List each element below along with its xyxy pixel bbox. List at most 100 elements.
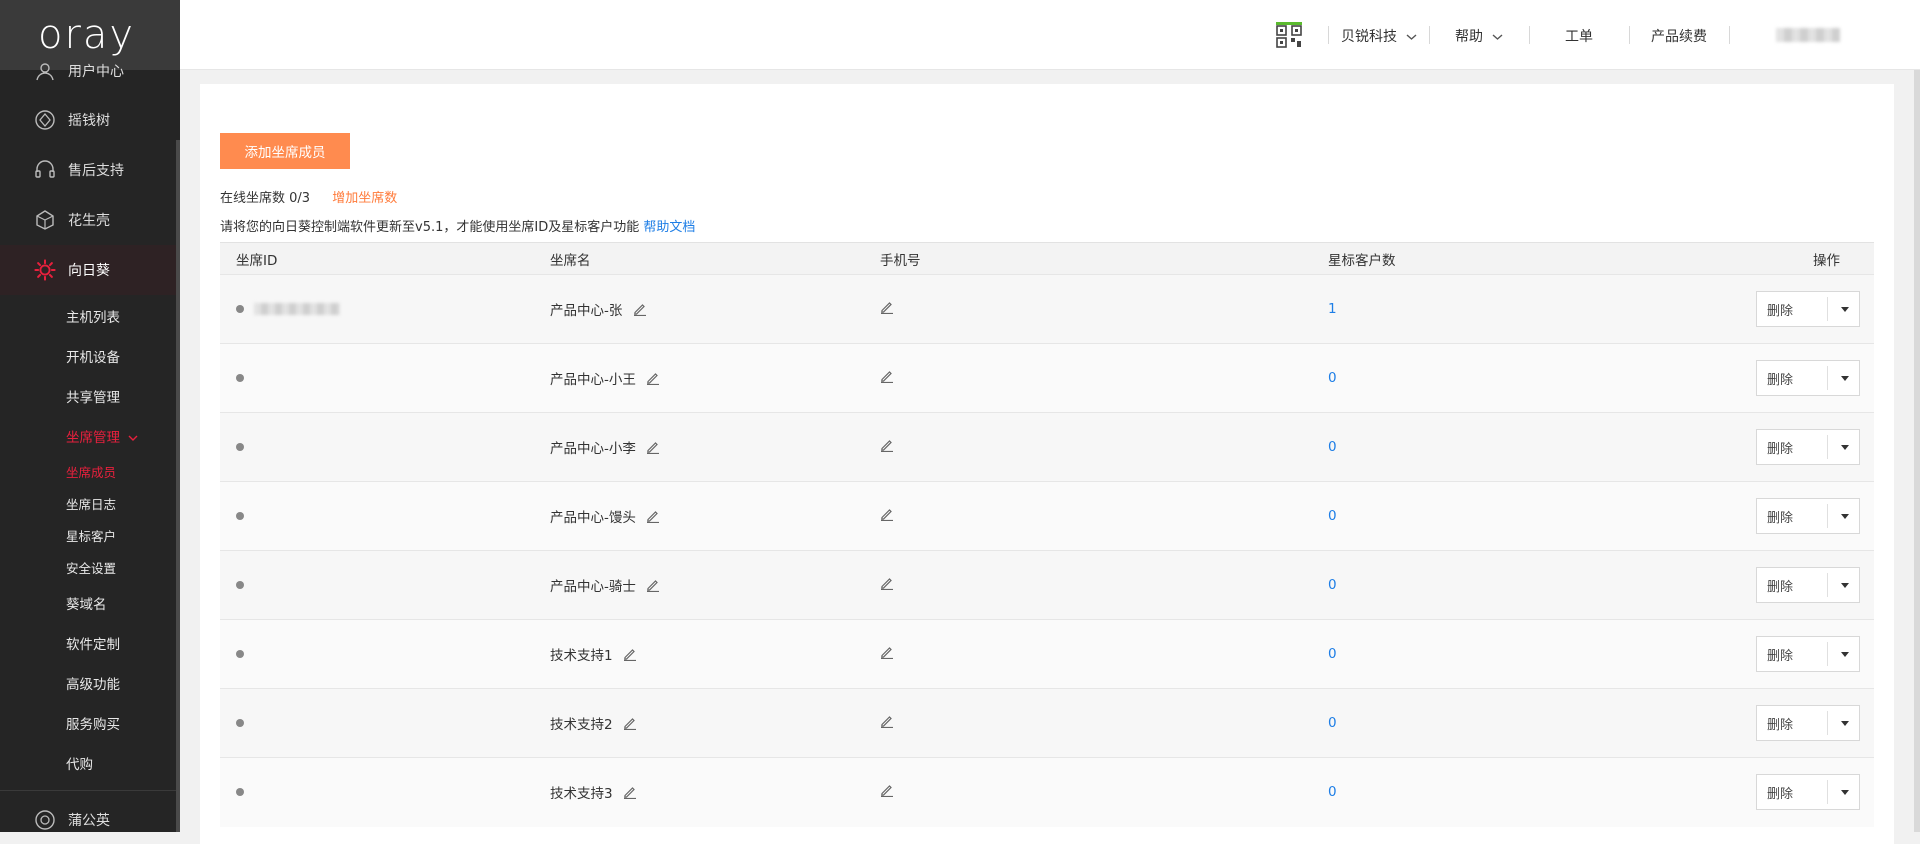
sidebar: oray 用户中心 摇钱树 售后支持 花生壳 向日葵 主机列表 开机设备 共享管… [0,0,180,832]
edit-phone-icon[interactable] [880,369,894,387]
caret-down-icon [1841,514,1849,519]
headset-icon [34,159,56,181]
company-menu[interactable]: 贝锐科技 [1341,26,1417,46]
table-row: 产品中心-张 1 删除 [220,274,1874,344]
nav-security-settings[interactable]: 安全设置 [66,558,116,577]
phone-cell [880,413,1328,482]
starred-count-link[interactable]: 1 [1328,301,1337,317]
edit-phone-icon[interactable] [880,300,894,318]
main-scrollbar[interactable] [1914,70,1920,832]
starred-count-link[interactable]: 0 [1328,784,1337,800]
action-dropdown[interactable]: 删除 [1756,636,1860,672]
edit-name-icon[interactable] [646,578,660,596]
seat-id-cell [220,551,550,620]
action-dropdown[interactable]: 删除 [1756,774,1860,811]
edit-name-icon[interactable] [646,440,660,458]
nav-seat-logs[interactable]: 坐席日志 [66,494,116,513]
renew-link[interactable]: 产品续费 [1651,26,1707,46]
topbar-separator [1729,26,1730,44]
seat-name-cell: 产品中心-骑士 [550,551,880,620]
starred-count-cell: 0 [1328,413,1648,482]
action-cell: 删除 [1648,482,1874,551]
peanut-shell-icon [34,209,56,231]
user-icon [34,60,56,82]
nav-starred-customers[interactable]: 星标客户 [66,526,116,545]
nav-seat-members[interactable]: 坐席成员 [66,462,116,481]
edit-phone-icon[interactable] [880,438,894,456]
table-header: 坐席ID 坐席名 手机号 星标客户数 操作 [220,242,1874,275]
nav-label: 摇钱树 [68,113,110,129]
starred-count-link[interactable]: 0 [1328,508,1337,524]
starred-count-link[interactable]: 0 [1328,439,1337,455]
nav-share-management[interactable]: 共享管理 [66,386,120,406]
nav-host-list[interactable]: 主机列表 [66,306,120,326]
nav-after-sales[interactable]: 售后支持 [0,145,176,195]
table-row: 产品中心-骑士 0 删除 [220,550,1874,620]
help-doc-link[interactable]: 帮助文档 [643,220,695,235]
nav-seat-management-label: 坐席管理 [66,430,120,446]
qrcode-icon[interactable] [1276,22,1302,52]
action-cell: 删除 [1648,551,1874,620]
starred-count-link[interactable]: 0 [1328,715,1337,731]
nav-dandelion[interactable]: 蒲公英 [0,795,176,832]
edit-name-icon[interactable] [623,785,637,803]
nav-sunflower[interactable]: 向日葵 [0,245,176,295]
action-dropdown[interactable]: 删除 [1756,498,1860,534]
edit-phone-icon[interactable] [880,576,894,594]
starred-count-cell: 0 [1328,758,1648,827]
nav-boot-devices[interactable]: 开机设备 [66,346,120,366]
seat-id-cell [220,758,550,827]
nav-seat-management[interactable]: 坐席管理 [66,426,138,446]
seat-name-value: 产品中心-骑士 [550,578,636,595]
nav-label: 向日葵 [68,263,110,279]
col-phone: 手机号 [880,252,921,269]
edit-name-icon[interactable] [646,509,660,527]
action-dropdown[interactable]: 删除 [1756,360,1860,396]
edit-phone-icon[interactable] [880,783,894,801]
starred-count-link[interactable]: 0 [1328,646,1337,662]
edit-phone-icon[interactable] [880,507,894,525]
edit-name-icon[interactable] [623,647,637,665]
nav-proxy-purchase[interactable]: 代购 [66,753,93,773]
action-dropdown[interactable]: 删除 [1756,429,1860,465]
delete-label: 删除 [1767,648,1794,664]
dropdown-divider [1827,297,1828,321]
nav-user-center[interactable]: 用户中心 [0,46,176,96]
edit-name-icon[interactable] [623,716,637,734]
status-dot [236,305,244,313]
starred-count-link[interactable]: 0 [1328,577,1337,593]
edit-name-icon[interactable] [646,371,660,389]
topbar-separator [1328,26,1329,44]
table-row: 产品中心-小李 0 删除 [220,412,1874,482]
nav-domain[interactable]: 葵域名 [66,593,107,613]
action-dropdown[interactable]: 删除 [1756,291,1860,327]
nav-advanced[interactable]: 高级功能 [66,673,120,693]
seat-id-cell [220,275,550,344]
edit-phone-icon[interactable] [880,645,894,663]
delete-label: 删除 [1767,786,1794,802]
ticket-link[interactable]: 工单 [1565,26,1593,46]
seat-name-cell: 产品中心-小李 [550,413,880,482]
add-seat-member-button[interactable]: 添加坐席成员 [220,133,350,169]
company-label: 贝锐科技 [1341,29,1397,45]
starred-count-link[interactable]: 0 [1328,370,1337,386]
delete-label: 删除 [1767,372,1794,388]
col-starred-count: 星标客户数 [1328,252,1396,269]
user-account-menu[interactable] [1776,28,1840,42]
nav-software-custom[interactable]: 软件定制 [66,633,120,653]
sidebar-scrollbar[interactable] [176,140,180,832]
action-dropdown[interactable]: 删除 [1756,705,1860,741]
nav-peanut-shell[interactable]: 花生壳 [0,195,176,245]
nav-service-purchase[interactable]: 服务购买 [66,713,120,733]
help-menu[interactable]: 帮助 [1455,26,1503,46]
nav-label: 售后支持 [68,163,124,179]
update-notice: 请将您的向日葵控制端软件更新至v5.1，才能使用坐席ID及星标客户功能 帮助文档 [220,216,695,235]
seat-name-cell: 产品中心-小王 [550,344,880,413]
seat-id-cell [220,620,550,689]
add-seats-link[interactable]: 增加坐席数 [332,191,397,206]
nav-money-tree[interactable]: 摇钱树 [0,95,176,145]
edit-phone-icon[interactable] [880,714,894,732]
status-dot [236,650,244,658]
action-dropdown[interactable]: 删除 [1756,567,1860,603]
edit-name-icon[interactable] [633,302,647,320]
